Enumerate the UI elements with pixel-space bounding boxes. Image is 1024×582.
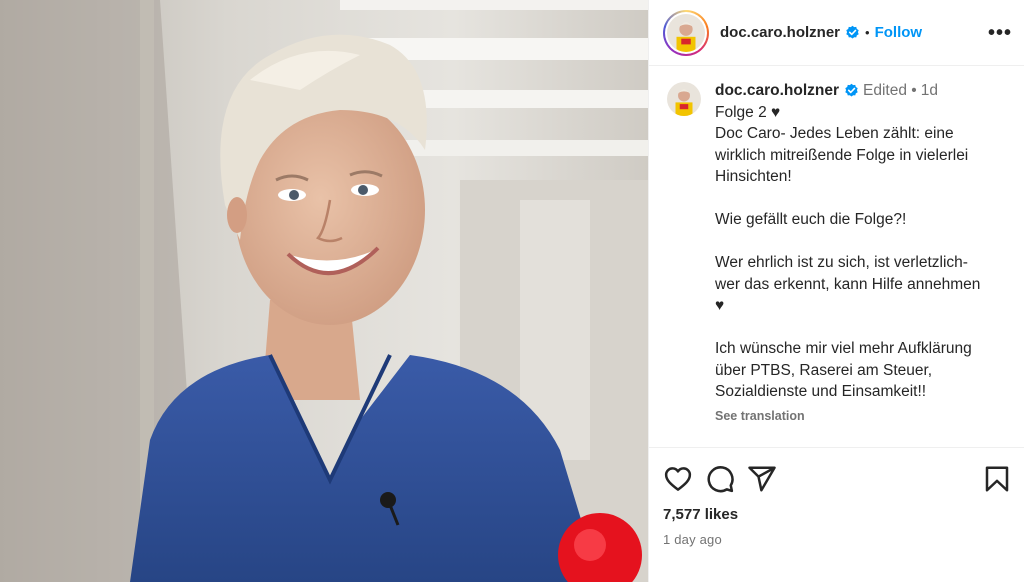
caption-line: Ich wünsche mir viel mehr Aufklärung (715, 340, 972, 357)
caption-line: Sozialdienste und Einsamkeit!! (715, 383, 927, 400)
caption-text: Folge 2 ♥ Doc Caro- Jedes Leben zählt: e… (715, 102, 980, 403)
header-username[interactable]: doc.caro.holzner (720, 24, 840, 41)
caption-username[interactable]: doc.caro.holzner (715, 80, 839, 102)
post-media[interactable] (0, 0, 648, 582)
post-header: doc.caro.holzner • Follow ••• (649, 0, 1024, 66)
verified-badge-icon (846, 25, 859, 39)
caption-line: Hinsichten! (715, 168, 792, 185)
instagram-post-view: doc.caro.holzner • Follow ••• doc.caro.h… (0, 0, 1024, 582)
post-date[interactable]: 1 day ago (663, 532, 1012, 547)
caption-line: ♥ (715, 297, 725, 314)
avatar-image (667, 82, 701, 116)
caption-line: wer das erkennt, kann Hilfe annehmen (715, 275, 981, 293)
avatar-image (667, 13, 705, 52)
post-actions: 7,577 likes 1 day ago (649, 447, 1024, 582)
caption-line: Doc Caro- Jedes Leben zählt: eine (715, 125, 954, 142)
post-photo (0, 0, 648, 582)
share-icon[interactable] (747, 464, 777, 494)
post-sidebar: doc.caro.holzner • Follow ••• doc.caro.h… (648, 0, 1024, 582)
comments-section[interactable]: doc.caro.holzner Edited • 1d Folge 2 ♥ D… (649, 66, 1024, 447)
caption-line: Wie gefällt euch die Folge?! (715, 211, 907, 228)
caption-line: über PTBS, Raserei am Steuer, (715, 361, 933, 379)
comment-icon[interactable] (705, 464, 735, 494)
caption-line: Wer ehrlich ist zu sich, ist verletzlich… (715, 254, 968, 271)
action-icons-row (663, 462, 1012, 496)
see-translation-link[interactable]: See translation (715, 406, 980, 428)
separator-dot: • (865, 25, 870, 40)
caption-body: doc.caro.holzner Edited • 1d Folge 2 ♥ D… (715, 80, 980, 427)
caption-avatar[interactable] (667, 82, 701, 116)
verified-badge-icon (845, 84, 858, 97)
caption-line: Folge 2 ♥ (715, 103, 781, 121)
caption-timestamp[interactable]: 1d (921, 80, 938, 102)
heart-icon[interactable] (663, 464, 693, 494)
caption-line: wirklich mitreißende Folge in vielerlei (715, 146, 969, 164)
bookmark-icon[interactable] (982, 464, 1012, 494)
edited-label: Edited • (863, 82, 917, 99)
more-options-icon[interactable]: ••• (988, 23, 1012, 43)
caption-comment: doc.caro.holzner Edited • 1d Folge 2 ♥ D… (667, 80, 1008, 427)
follow-button[interactable]: Follow (875, 24, 923, 41)
profile-avatar[interactable] (663, 9, 709, 56)
likes-count[interactable]: 7,577 likes (663, 506, 1012, 523)
